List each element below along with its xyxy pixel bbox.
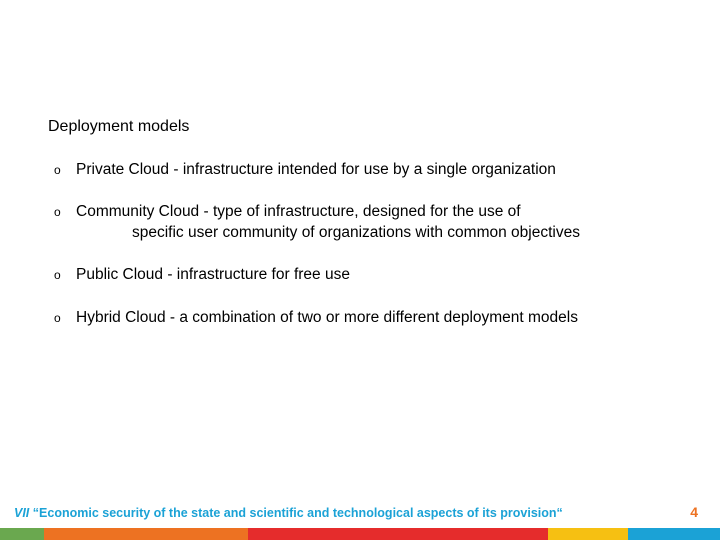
footer-title: “Economic security of the state and scie… [33,506,563,520]
footer-caption: VII “Economic security of the state and … [14,506,563,520]
list-item: Hybrid Cloud - a combination of two or m… [48,308,672,328]
slide-title: Deployment models [48,118,672,136]
stripe-segment [44,528,248,540]
stripe-segment [248,528,548,540]
footer-stripe [0,528,720,540]
stripe-segment [548,528,628,540]
stripe-segment [628,528,720,540]
bullet-list: Private Cloud - infrastructure intended … [48,160,672,328]
list-item-text: Community Cloud - type of infrastructure… [76,203,521,220]
list-item: Community Cloud - type of infrastructure… [48,202,672,243]
slide: Deployment models Private Cloud - infras… [0,0,720,540]
list-item-text: Hybrid Cloud - a combination of two or m… [76,309,578,326]
page-number: 4 [690,504,698,520]
footer-roman: VII [14,506,29,520]
content-area: Deployment models Private Cloud - infras… [48,118,672,350]
list-item-text: Public Cloud - infrastructure for free u… [76,266,350,283]
list-item: Private Cloud - infrastructure intended … [48,160,672,180]
list-item-text: Private Cloud - infrastructure intended … [76,161,556,178]
list-item-continuation: specific user community of organizations… [76,223,672,243]
list-item: Public Cloud - infrastructure for free u… [48,265,672,285]
stripe-segment [0,528,44,540]
